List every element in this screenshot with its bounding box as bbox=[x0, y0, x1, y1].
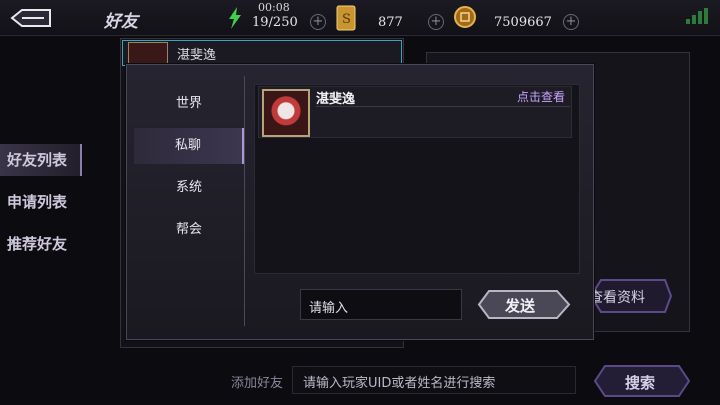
tab-system[interactable]: 系统 bbox=[134, 170, 244, 206]
nav-friend-list[interactable]: 好友列表 bbox=[0, 144, 82, 176]
view-profile-label: 查看资料 bbox=[589, 290, 645, 306]
clock: 00:08 bbox=[258, 1, 290, 14]
view-profile-button[interactable]: 查看资料 bbox=[585, 278, 673, 314]
add-coin-button[interactable]: + bbox=[563, 14, 579, 30]
view-link[interactable]: 点击查看 bbox=[517, 88, 565, 105]
stamina-bolt-icon bbox=[228, 7, 242, 33]
coin-icon bbox=[454, 6, 476, 32]
sender-name: 湛斐逸 bbox=[316, 92, 356, 107]
tab-divider bbox=[244, 76, 245, 326]
add-stamina-button[interactable]: + bbox=[310, 14, 326, 30]
gold-card-icon: S bbox=[336, 5, 356, 35]
stamina-value: 19/250 bbox=[252, 15, 298, 30]
search-label: 搜索 bbox=[625, 374, 656, 392]
add-friend-label: 添加好友 bbox=[231, 376, 284, 391]
svg-text:S: S bbox=[342, 12, 351, 27]
nav-requests[interactable]: 申请列表 bbox=[0, 186, 82, 218]
friend-avatar bbox=[128, 42, 168, 66]
search-input[interactable]: 请输入玩家UID或者姓名进行搜索 bbox=[292, 366, 576, 394]
page-title: 好友 bbox=[104, 12, 138, 32]
coin-value: 7509667 bbox=[494, 15, 552, 30]
nav-recommended[interactable]: 推荐好友 bbox=[0, 228, 82, 260]
back-icon bbox=[10, 9, 51, 27]
friend-name: 湛斐逸 bbox=[177, 48, 217, 63]
send-label: 发送 bbox=[505, 297, 536, 315]
back-button[interactable] bbox=[8, 6, 54, 30]
card-currency-value: 877 bbox=[378, 15, 403, 30]
message-divider bbox=[316, 106, 570, 107]
search-button[interactable]: 搜索 bbox=[587, 364, 695, 398]
send-button[interactable]: 发送 bbox=[469, 289, 575, 320]
tab-private[interactable]: 私聊 bbox=[134, 128, 244, 164]
signal-icon bbox=[686, 8, 708, 28]
sender-avatar[interactable] bbox=[262, 89, 310, 137]
add-card-currency-button[interactable]: + bbox=[428, 14, 444, 30]
tab-guild[interactable]: 帮会 bbox=[134, 212, 244, 248]
tab-world[interactable]: 世界 bbox=[134, 86, 244, 122]
chat-input[interactable]: 请输入 bbox=[300, 289, 462, 320]
